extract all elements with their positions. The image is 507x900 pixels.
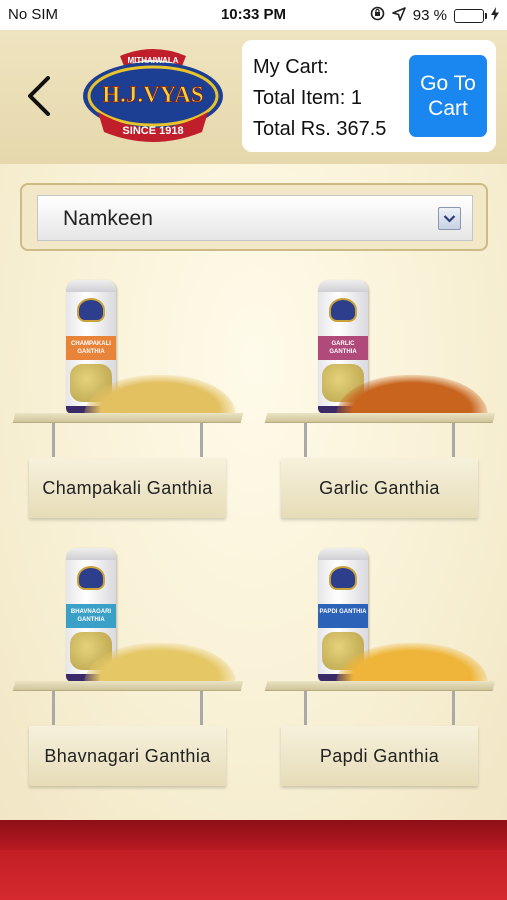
category-select-value: Namkeen — [63, 207, 153, 230]
battery-icon — [454, 8, 487, 23]
footer-band — [0, 820, 507, 850]
location-arrow-icon — [391, 6, 406, 25]
shelf — [12, 681, 244, 691]
product-card-garlic[interactable]: GARLIC GANTHIA Garlic Ganthia — [264, 280, 496, 530]
go-to-cart-button[interactable]: Go To Cart — [409, 55, 487, 137]
product-name: Garlic Ganthia — [319, 477, 440, 498]
product-name-plate[interactable]: Champakali Ganthia — [29, 458, 226, 518]
logo-brand-text: H.J.VYAS — [102, 82, 203, 107]
product-name: Champakali Ganthia — [42, 477, 213, 498]
logo-top-text: MITHAIWALA — [127, 56, 178, 65]
shelf-leg — [52, 423, 55, 457]
shelf-leg — [452, 423, 455, 457]
shelf-leg — [200, 691, 203, 725]
product-name: Papdi Ganthia — [319, 745, 440, 766]
cart-summary: My Cart: Total Item: 1 Total Rs. 367.5 G… — [242, 40, 496, 152]
battery-percent: 93 % — [412, 7, 447, 24]
shelf — [264, 413, 496, 423]
product-name-plate[interactable]: Papdi Ganthia — [281, 726, 478, 786]
charging-bolt-icon — [491, 6, 499, 25]
go-to-cart-label-line2: Cart — [428, 97, 468, 120]
product-card-bhavnagari[interactable]: BHAVNAGARI GANTHIA Bhavnagari Ganthia — [12, 548, 244, 798]
jar-label: CHAMPAKALI GANTHIA — [66, 336, 116, 360]
shelf — [264, 681, 496, 691]
jar-label: GARLIC GANTHIA — [318, 336, 368, 360]
brand-logo: MITHAIWALA H.J.VYAS SINCE 1918 — [80, 44, 226, 150]
screen-lock-icon — [370, 6, 385, 25]
shelf — [12, 413, 244, 423]
jar-label: BHAVNAGARI GANTHIA — [66, 604, 116, 628]
footer-banner — [0, 820, 507, 900]
product-name: Bhavnagari Ganthia — [44, 745, 211, 766]
shelf-leg — [304, 691, 307, 725]
shelf-leg — [52, 691, 55, 725]
jar-label: PAPDI GANTHIA — [318, 604, 368, 628]
cart-text-group: My Cart: Total Item: 1 Total Rs. 367.5 — [253, 52, 386, 145]
chevron-down-icon[interactable] — [438, 207, 461, 230]
category-select[interactable]: Namkeen — [37, 195, 473, 241]
chevron-left-icon — [28, 76, 50, 116]
logo-since-text: SINCE 1918 — [122, 125, 183, 137]
go-to-cart-label-line1: Go To — [420, 72, 476, 95]
product-card-champakali[interactable]: CHAMPAKALI GANTHIA Champakali Ganthia — [12, 280, 244, 530]
cart-title: My Cart: — [253, 56, 329, 78]
shelf-leg — [452, 691, 455, 725]
product-name-plate[interactable]: Bhavnagari Ganthia — [29, 726, 226, 786]
back-button[interactable] — [18, 70, 60, 122]
cart-total-amount: Total Rs. 367.5 — [253, 118, 387, 140]
status-right-group: 93 % — [370, 6, 499, 25]
shelf-leg — [200, 423, 203, 457]
product-area: Namkeen CHAMPAKALI GANTHIA Champakali Ga… — [0, 164, 507, 820]
category-select-frame: Namkeen — [20, 183, 488, 251]
header: MITHAIWALA H.J.VYAS SINCE 1918 My Cart: … — [0, 30, 507, 164]
product-card-papdi[interactable]: PAPDI GANTHIA Papdi Ganthia — [264, 548, 496, 798]
cart-total-items: Total Item: 1 — [253, 87, 362, 109]
product-name-plate[interactable]: Garlic Ganthia — [281, 458, 478, 518]
shelf-leg — [304, 423, 307, 457]
status-bar: No SIM 10:33 PM 93 % — [0, 0, 507, 30]
